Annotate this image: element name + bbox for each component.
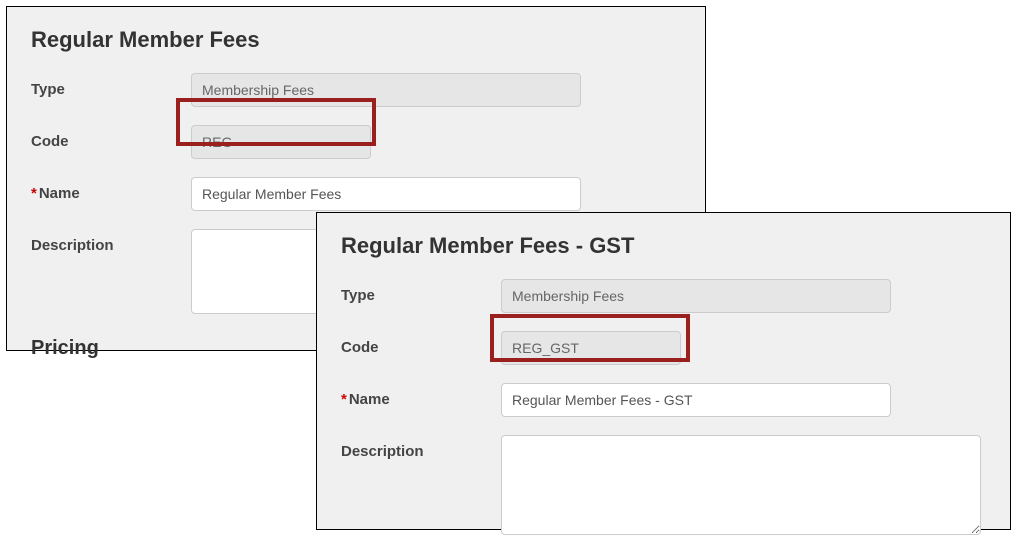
type-label: Type xyxy=(341,279,501,304)
code-label: Code xyxy=(341,331,501,356)
name-label: *Name xyxy=(31,177,191,202)
code-input xyxy=(501,331,681,365)
description-label: Description xyxy=(341,435,501,460)
code-row: Code xyxy=(31,125,681,159)
type-input xyxy=(191,73,581,107)
name-input[interactable] xyxy=(501,383,891,417)
type-row: Type xyxy=(341,279,986,313)
description-textarea[interactable] xyxy=(501,435,981,535)
type-row: Type xyxy=(31,73,681,107)
name-row: *Name xyxy=(31,177,681,211)
code-input xyxy=(191,125,371,159)
code-label: Code xyxy=(31,125,191,150)
name-label: *Name xyxy=(341,383,501,408)
required-star-icon: * xyxy=(31,185,37,202)
name-label-text: Name xyxy=(39,185,80,202)
name-row: *Name xyxy=(341,383,986,417)
required-star-icon: * xyxy=(341,391,347,408)
description-label: Description xyxy=(31,229,191,254)
panel-title: Regular Member Fees xyxy=(31,27,681,53)
fee-form-panel-2: Regular Member Fees - GST Type Code *Nam… xyxy=(316,212,1011,530)
type-label: Type xyxy=(31,73,191,98)
name-input[interactable] xyxy=(191,177,581,211)
type-input xyxy=(501,279,891,313)
code-row: Code xyxy=(341,331,986,365)
name-label-text: Name xyxy=(349,391,390,408)
description-row: Description xyxy=(341,435,986,540)
panel-title: Regular Member Fees - GST xyxy=(341,233,986,259)
